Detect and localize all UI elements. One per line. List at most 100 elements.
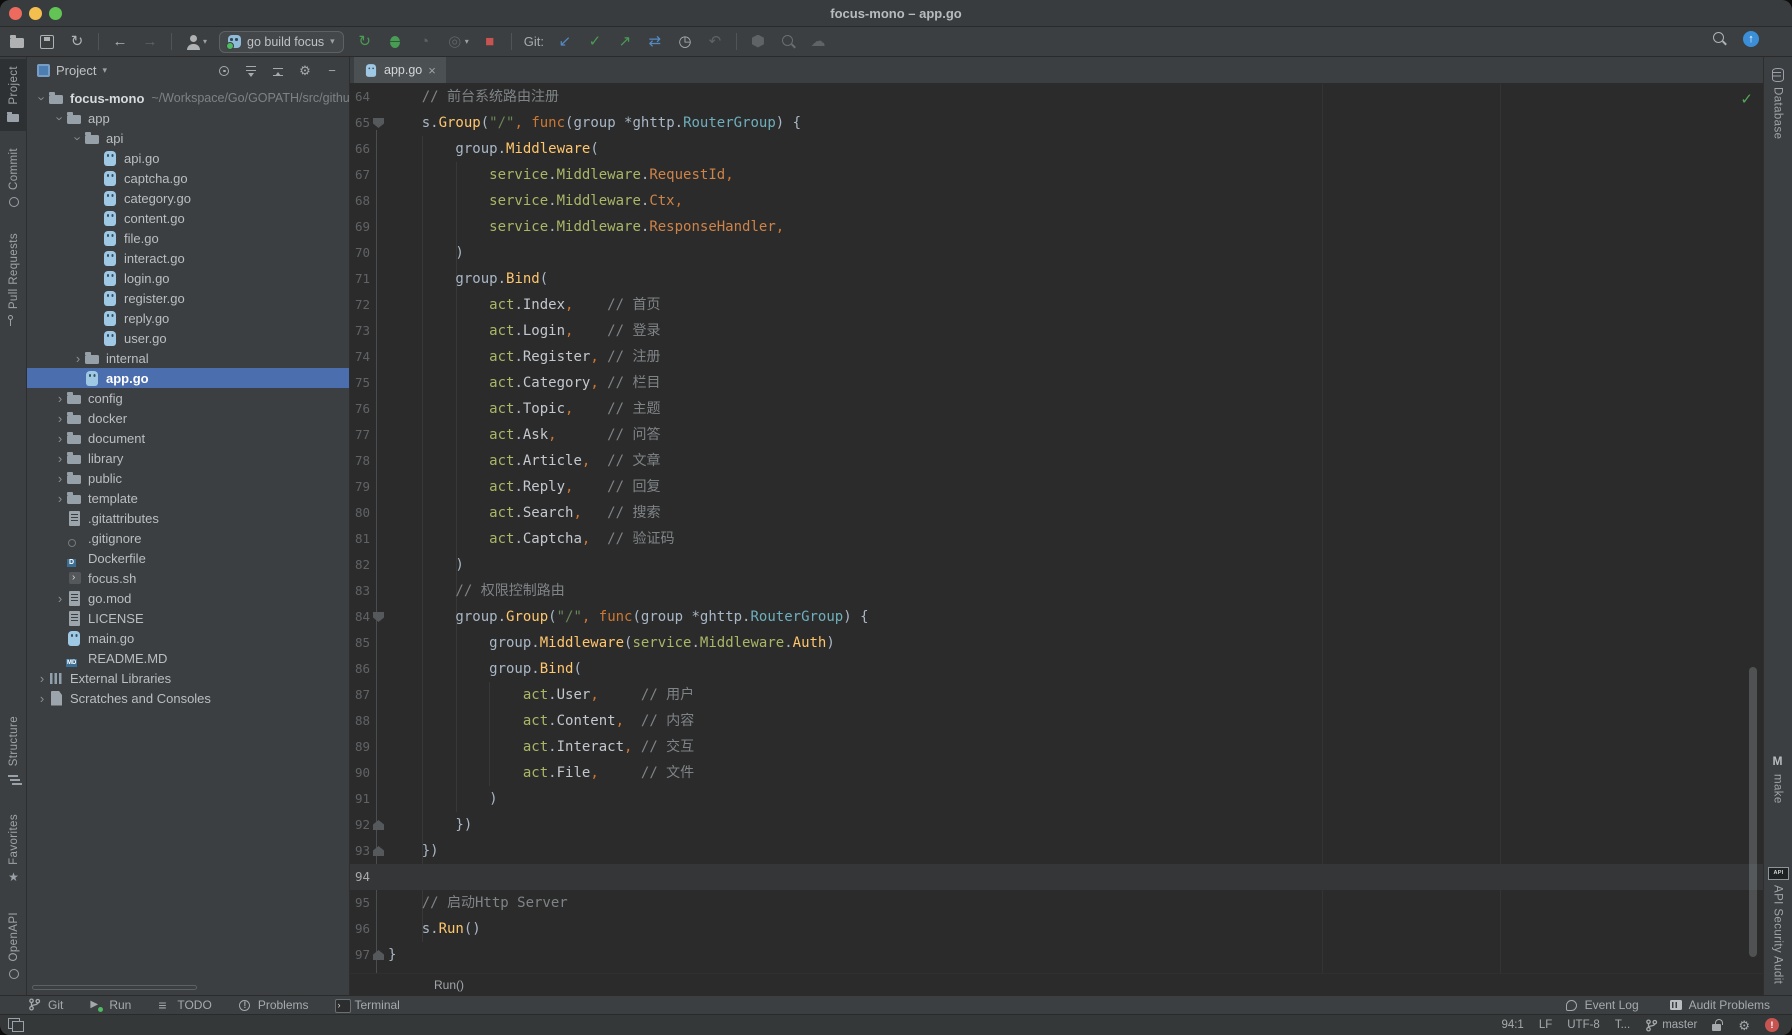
stripe-item-project[interactable]: Project — [0, 59, 27, 131]
code-line-94[interactable]: 94 — [350, 864, 1763, 890]
code-line-84[interactable]: 84 group.Group("/", func(group *ghttp.Ro… — [350, 604, 1763, 630]
code-line-83[interactable]: 83 // 权限控制路由 — [350, 578, 1763, 604]
code-line-69[interactable]: 69 service.Middleware.ResponseHandler, — [350, 214, 1763, 240]
code-line-76[interactable]: 76 act.Topic, // 主题 — [350, 396, 1763, 422]
terminal-toolwindow-button[interactable]: Terminal — [335, 998, 400, 1012]
editor-scrollbar[interactable] — [1749, 667, 1757, 957]
git-commit-icon[interactable]: ✓ — [586, 33, 604, 51]
code-line-96[interactable]: 96 s.Run() — [350, 916, 1763, 942]
code-line-66[interactable]: 66 group.Middleware( — [350, 136, 1763, 162]
locate-icon[interactable] — [217, 64, 231, 78]
todo-toolwindow-button[interactable]: TODO — [157, 998, 211, 1012]
profiler-icon[interactable]: ◎▾ — [446, 33, 469, 51]
code-line-97[interactable]: 97} — [350, 942, 1763, 968]
caret-position[interactable]: 94:1 — [1501, 1019, 1523, 1031]
code-line-88[interactable]: 88 act.Content, // 内容 — [350, 708, 1763, 734]
event-log-button[interactable]: Event Log — [1565, 998, 1639, 1012]
code-line-87[interactable]: 87 act.User, // 用户 — [350, 682, 1763, 708]
audit-problems-button[interactable]: Audit Problems — [1669, 998, 1770, 1012]
line-separator[interactable]: LF — [1539, 1019, 1552, 1031]
stop-icon[interactable]: ■ — [481, 33, 499, 51]
stripe-item-database[interactable]: Database — [1764, 61, 1791, 146]
fold-marker-icon[interactable] — [373, 820, 384, 830]
tree-item-register-go[interactable]: register.go — [27, 288, 349, 308]
run-icon[interactable]: ↻ — [356, 33, 374, 51]
hide-panel-icon[interactable]: − — [325, 64, 339, 78]
git-toolwindow-button[interactable]: Git — [28, 998, 63, 1012]
close-tab-icon[interactable]: × — [428, 63, 436, 78]
highlighting-level-icon[interactable]: ⚙ — [1738, 1019, 1750, 1032]
chevron-icon[interactable]: › — [53, 111, 68, 125]
tree-item--gitignore[interactable]: .gitignore — [27, 528, 349, 548]
chevron-icon[interactable]: › — [35, 691, 49, 706]
tab-app-go[interactable]: app.go × — [354, 57, 446, 83]
git-history-icon[interactable]: ◷ — [676, 33, 694, 51]
stripe-item-make[interactable]: Mmake — [1764, 748, 1791, 811]
tree-item-content-go[interactable]: content.go — [27, 208, 349, 228]
save-all-icon[interactable] — [38, 33, 56, 51]
tree-item-file-go[interactable]: file.go — [27, 228, 349, 248]
forward-icon[interactable]: → — [141, 33, 159, 51]
tree-item-interact-go[interactable]: interact.go — [27, 248, 349, 268]
back-icon[interactable]: ← — [111, 33, 129, 51]
code-line-80[interactable]: 80 act.Search, // 搜索 — [350, 500, 1763, 526]
code-line-95[interactable]: 95 // 启动Http Server — [350, 890, 1763, 916]
tree-item-public[interactable]: ›public — [27, 468, 349, 488]
file-encoding[interactable]: UTF-8 — [1567, 1019, 1600, 1031]
services-hexagon-icon[interactable] — [749, 33, 767, 51]
search-everywhere-icon[interactable] — [1710, 30, 1728, 48]
tree-item-focus-sh[interactable]: focus.sh — [27, 568, 349, 588]
chevron-icon[interactable]: › — [53, 411, 67, 426]
code-line-64[interactable]: 64 // 前台系统路由注册 — [350, 84, 1763, 110]
code-line-72[interactable]: 72 act.Index, // 首页 — [350, 292, 1763, 318]
run-toolwindow-button[interactable]: Run — [89, 998, 131, 1012]
chevron-icon[interactable]: › — [53, 471, 67, 486]
git-update-icon[interactable]: ↙ — [556, 33, 574, 51]
tree-item-api[interactable]: ›api — [27, 128, 349, 148]
tree-item-reply-go[interactable]: reply.go — [27, 308, 349, 328]
code-line-82[interactable]: 82 ) — [350, 552, 1763, 578]
tree-item-template[interactable]: ›template — [27, 488, 349, 508]
code-line-78[interactable]: 78 act.Article, // 文章 — [350, 448, 1763, 474]
cloud-icon[interactable]: ☁ — [809, 33, 827, 51]
code-line-85[interactable]: 85 group.Middleware(service.Middleware.A… — [350, 630, 1763, 656]
tree-item-license[interactable]: LICENSE — [27, 608, 349, 628]
tree-item-docker[interactable]: ›docker — [27, 408, 349, 428]
chevron-icon[interactable]: › — [53, 431, 67, 446]
chevron-icon[interactable]: › — [35, 671, 49, 686]
fold-marker-icon[interactable] — [373, 846, 384, 856]
code-line-73[interactable]: 73 act.Login, // 登录 — [350, 318, 1763, 344]
code-line-93[interactable]: 93 }) — [350, 838, 1763, 864]
code-line-70[interactable]: 70 ) — [350, 240, 1763, 266]
tree-item-user-go[interactable]: user.go — [27, 328, 349, 348]
tree-item-api-go[interactable]: api.go — [27, 148, 349, 168]
code-line-86[interactable]: 86 group.Bind( — [350, 656, 1763, 682]
horizontal-scrollbar[interactable] — [32, 985, 197, 990]
code-line-81[interactable]: 81 act.Captcha, // 验证码 — [350, 526, 1763, 552]
open-folder-icon[interactable] — [8, 33, 26, 51]
git-rollback-icon[interactable]: ↶ — [706, 33, 724, 51]
tree-item-config[interactable]: ›config — [27, 388, 349, 408]
problems-toolwindow-button[interactable]: Problems — [238, 998, 309, 1012]
code-line-90[interactable]: 90 act.File, // 文件 — [350, 760, 1763, 786]
fold-marker-icon[interactable] — [373, 612, 384, 622]
chevron-icon[interactable]: › — [35, 91, 50, 105]
breadcrumb[interactable]: Run() — [350, 973, 1763, 995]
tree-item-dockerfile[interactable]: Dockerfile — [27, 548, 349, 568]
sync-icon[interactable]: ↻ — [68, 33, 86, 51]
search-structurally-icon[interactable] — [779, 33, 797, 51]
debug-icon[interactable] — [386, 33, 404, 51]
expand-all-icon[interactable] — [244, 64, 258, 78]
tree-item--gitattributes[interactable]: .gitattributes — [27, 508, 349, 528]
inspections-ok-icon[interactable]: ✓ — [1740, 90, 1753, 108]
error-badge[interactable]: ! — [1765, 1018, 1779, 1032]
stripe-item-pull-requests[interactable]: Pull Requests — [0, 226, 27, 335]
git-branch[interactable]: master — [1645, 1019, 1697, 1032]
code-editor[interactable]: 64 // 前台系统路由注册65 s.Group("/", func(group… — [350, 84, 1763, 973]
code-line-89[interactable]: 89 act.Interact, // 交互 — [350, 734, 1763, 760]
code-line-74[interactable]: 74 act.Register, // 注册 — [350, 344, 1763, 370]
code-line-79[interactable]: 79 act.Reply, // 回复 — [350, 474, 1763, 500]
fold-marker-icon[interactable] — [373, 118, 384, 128]
tree-item-readme-md[interactable]: README.MD — [27, 648, 349, 668]
chevron-icon[interactable]: › — [71, 131, 86, 145]
